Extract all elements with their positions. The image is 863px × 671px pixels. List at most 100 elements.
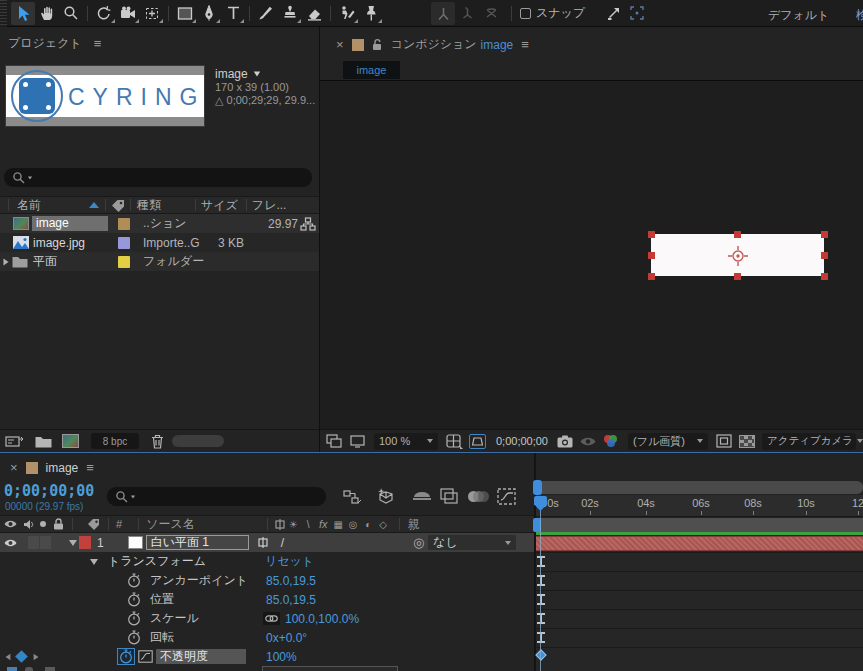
switch-frameblend-icon[interactable]: ▦	[331, 519, 346, 530]
frame-blend-icon[interactable]	[440, 488, 458, 504]
expression-graph-icon[interactable]	[138, 650, 153, 663]
timeline-search-input[interactable]	[107, 487, 326, 506]
anchor-point-icon[interactable]	[727, 245, 749, 267]
unlock-icon[interactable]	[372, 38, 383, 51]
next-keyframe-icon[interactable]	[34, 653, 39, 659]
label-color-swatch[interactable]	[118, 218, 130, 230]
always-preview-icon[interactable]	[326, 434, 342, 448]
layer-name[interactable]: 白い平面 1	[146, 535, 249, 550]
selection-handle[interactable]	[821, 252, 828, 259]
stopwatch-active[interactable]	[117, 648, 135, 665]
prop-name[interactable]: アンカーポイント	[150, 572, 248, 589]
pen-tool[interactable]	[197, 2, 221, 25]
snap-checkbox[interactable]	[520, 8, 531, 19]
switch-collapse-icon[interactable]: ☀	[286, 519, 301, 530]
prop-value[interactable]: 85.0,19.5	[266, 593, 316, 607]
layer-label-swatch[interactable]	[79, 536, 91, 549]
comp-timecode[interactable]: 0;00;00;00	[496, 435, 548, 447]
view-axis-mode[interactable]	[479, 2, 503, 25]
switch-shy-icon[interactable]	[274, 518, 286, 531]
layer-row[interactable]: 1 白い平面 1 / ◎ なし	[0, 533, 534, 552]
comp-viewport[interactable]	[320, 80, 863, 429]
zoom-tool[interactable]	[59, 2, 83, 25]
center-comp-icon[interactable]	[625, 2, 649, 25]
switch-motionblur-icon[interactable]: ◎	[346, 519, 361, 530]
selection-handle[interactable]	[821, 273, 828, 280]
track-area[interactable]	[536, 535, 863, 671]
opacity-keyframe[interactable]	[535, 649, 546, 660]
roto-brush-tool[interactable]	[335, 2, 359, 25]
transparency-grid-icon[interactable]	[739, 435, 755, 448]
opacity-row[interactable]: 不透明度 100%	[0, 647, 534, 666]
comp-tab-image[interactable]: image	[343, 61, 400, 79]
audio-column-icon[interactable]	[23, 519, 34, 530]
project-panel-title[interactable]: プロジェクト	[8, 35, 82, 52]
transform-label[interactable]: トランスフォーム	[108, 553, 206, 570]
interpret-footage-icon[interactable]	[5, 434, 25, 448]
prop-name-selected[interactable]: 不透明度	[156, 649, 246, 664]
row-name[interactable]: image	[32, 216, 108, 231]
switch-quality-icon[interactable]: \	[301, 519, 316, 530]
shared-view-icon[interactable]	[601, 2, 625, 25]
selection-handle[interactable]	[734, 273, 741, 280]
sort-ascending-icon[interactable]	[89, 202, 99, 208]
selection-handle[interactable]	[648, 273, 655, 280]
hand-tool[interactable]	[35, 2, 59, 25]
transform-reset[interactable]: リセット	[265, 553, 314, 570]
new-composition-icon[interactable]	[62, 434, 79, 448]
rectangle-tool[interactable]	[173, 2, 197, 25]
timeline-navigator-bar[interactable]	[536, 481, 863, 494]
column-hash[interactable]: #	[116, 518, 122, 530]
grid-guides-icon[interactable]	[446, 434, 463, 449]
pan-behind-tool[interactable]	[140, 2, 164, 25]
prop-name[interactable]: スケール	[150, 610, 199, 627]
expand-folder-icon[interactable]	[3, 258, 8, 265]
delete-trash-icon[interactable]	[151, 434, 164, 449]
clone-stamp-tool[interactable]	[278, 2, 302, 25]
layer-solid-swatch[interactable]	[128, 536, 143, 549]
channels-icon[interactable]	[604, 434, 620, 448]
close-panel-icon[interactable]: ×	[336, 37, 344, 52]
selection-handle[interactable]	[648, 252, 655, 259]
current-timecode[interactable]: 0;00;00;00	[4, 482, 94, 500]
layer-duration-bar[interactable]	[536, 536, 863, 551]
puppet-pin-tool[interactable]	[359, 2, 383, 25]
label-color-swatch[interactable]	[118, 256, 130, 268]
world-axis-mode[interactable]	[455, 2, 479, 25]
selection-handle[interactable]	[648, 231, 655, 238]
prop-name[interactable]: 回転	[150, 629, 174, 646]
navigator-handle[interactable]	[533, 480, 542, 495]
brush-tool[interactable]	[254, 2, 278, 25]
switch-fx-icon[interactable]: fx	[316, 518, 331, 530]
work-area-bar[interactable]	[536, 518, 863, 532]
eye-column-icon[interactable]	[4, 519, 17, 529]
transform-group-row[interactable]: トランスフォーム リセット	[0, 552, 534, 571]
project-row-folder[interactable]: 平面 フォルダー	[0, 252, 319, 271]
pick-whip-icon[interactable]: ◎	[413, 535, 424, 550]
hide-shy-icon[interactable]	[412, 489, 432, 504]
label-color-swatch[interactable]	[118, 237, 130, 249]
stopwatch-icon[interactable]	[127, 611, 141, 626]
switch-3d-icon[interactable]: ◇	[376, 519, 391, 530]
row-name[interactable]: 平面	[33, 253, 57, 270]
comp-mini-flowchart-icon[interactable]	[343, 489, 361, 504]
column-parent[interactable]: 親	[408, 516, 420, 533]
column-fps[interactable]: フレ...	[252, 197, 287, 214]
layer-quality-icon[interactable]	[257, 536, 269, 549]
label-column-icon[interactable]	[111, 199, 125, 212]
add-keyframe-icon[interactable]	[15, 650, 28, 663]
new-folder-icon[interactable]	[35, 435, 52, 448]
bit-depth-button[interactable]: 8 bpc	[91, 433, 139, 449]
scale-row[interactable]: スケール 100.0,100.0%	[0, 609, 534, 628]
audio-toggle-cell[interactable]	[28, 536, 39, 549]
column-type[interactable]: 種類	[137, 197, 161, 214]
label-column-icon[interactable]	[87, 518, 100, 530]
prop-value[interactable]: 100.0,100.0%	[285, 612, 359, 626]
prev-keyframe-icon[interactable]	[6, 653, 11, 659]
switch-adjustment-icon[interactable]: ◐	[361, 519, 376, 530]
selection-tool[interactable]	[11, 2, 35, 25]
type-tool[interactable]	[221, 2, 245, 25]
show-snapshot-icon[interactable]	[580, 436, 596, 447]
preview-item-name[interactable]: image	[215, 67, 248, 81]
roi-target-icon[interactable]	[716, 434, 732, 448]
